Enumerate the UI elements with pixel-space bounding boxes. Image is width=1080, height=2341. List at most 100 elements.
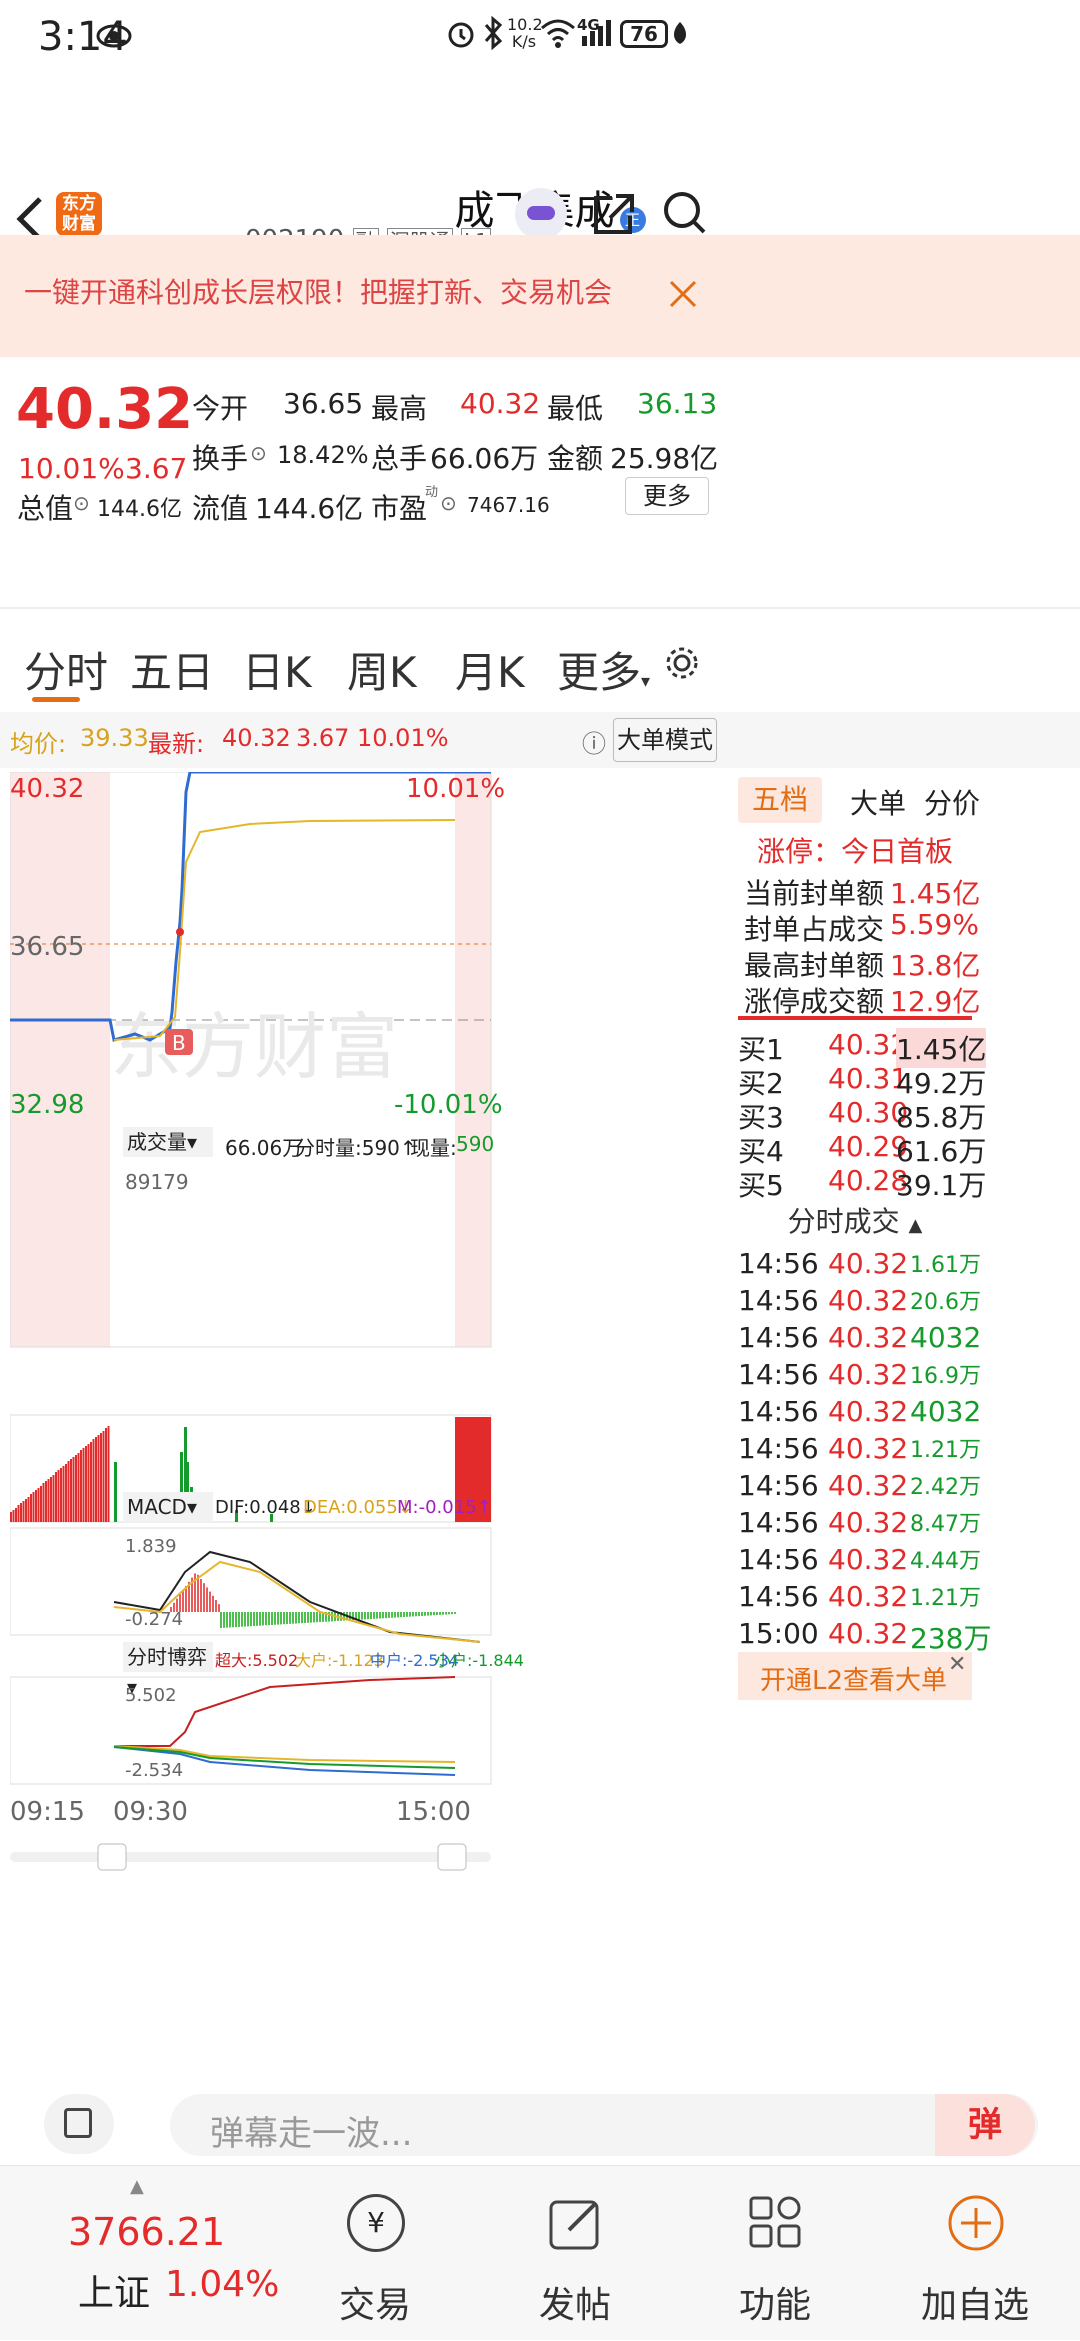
trade-price: 40.32	[828, 1247, 909, 1280]
macd-bar	[424, 1612, 426, 1616]
info-icon[interactable]: ⊙	[250, 441, 267, 465]
macd-top: 1.839	[125, 1536, 177, 1557]
volume-bar	[47, 1479, 50, 1522]
intraday-chart-area[interactable]: 东方财富 B 40.32 10.01% 36.65 32.98 -10.01% …	[9, 770, 735, 2042]
tab-monthly-k[interactable]: 月K	[455, 639, 525, 700]
scroll-handle-right[interactable]	[437, 1843, 467, 1871]
macd-bar	[403, 1612, 405, 1618]
trade-volume: 238万	[910, 1622, 992, 1655]
bottom-nav: ▲ 3766.21 上证 1.04% ¥ 交易 发帖 功能 加自选	[0, 2165, 1080, 2340]
quote-panel: 40.32 10.01% 3.67 今开 36.65 最高 40.32 最低 3…	[0, 357, 1080, 607]
dif-value: DIF:0.048↓	[215, 1497, 316, 1518]
tab-daily-k[interactable]: 日K	[242, 639, 312, 700]
nav-functions[interactable]: 功能	[675, 2166, 875, 2341]
tab-five-day[interactable]: 五日	[130, 639, 214, 700]
nav-trade[interactable]: ¥ 交易	[275, 2166, 475, 2341]
active-tab-indicator	[32, 697, 80, 702]
more-button[interactable]: 更多	[625, 477, 709, 515]
game-top: 5.502	[125, 1685, 177, 1706]
tab-price-split[interactable]: 分价	[924, 782, 980, 822]
volume-bar	[22, 1501, 25, 1522]
macd-bar	[448, 1612, 450, 1615]
close-icon[interactable]: ✕	[948, 1652, 966, 1677]
volume-bar	[85, 1446, 87, 1522]
nav-add-watchlist[interactable]: 加自选	[875, 2166, 1075, 2341]
wifi-icon	[541, 19, 575, 48]
volume-indicator-select[interactable]: 成交量▾	[123, 1127, 213, 1157]
info-icon[interactable]: ⊙	[440, 491, 457, 515]
trade-volume: 8.47万	[910, 1512, 981, 1537]
danmu-settings-icon[interactable]	[44, 2094, 114, 2154]
macd-bar	[370, 1612, 372, 1619]
index-pct: 1.04%	[165, 2264, 280, 2305]
macd-bar	[271, 1612, 273, 1625]
trade-time: 14:56	[738, 1506, 819, 1539]
trade-volume: 4032	[910, 1395, 982, 1428]
grid-icon	[749, 2196, 801, 2248]
danmu-send-button[interactable]: 弹	[935, 2094, 1035, 2156]
volume-bar	[45, 1481, 47, 1522]
info-icon[interactable]: ⊙	[73, 491, 90, 515]
macd-bar	[376, 1612, 378, 1619]
trade-time: 14:56	[738, 1247, 819, 1280]
danmu-input[interactable]: 弹幕走一波...	[170, 2094, 1038, 2156]
volume-bar	[114, 1462, 117, 1522]
tab-five-level[interactable]: 五档	[738, 777, 822, 823]
volume-bar	[57, 1470, 60, 1522]
volume-bar	[12, 1510, 15, 1522]
macd-bar	[445, 1612, 447, 1615]
danmu-placeholder: 弹幕走一波...	[210, 2114, 413, 2154]
macd-bar	[209, 1591, 211, 1612]
macd-bar	[229, 1612, 231, 1628]
settings-gear-icon[interactable]	[664, 645, 700, 681]
trade-price: 40.32	[828, 1284, 909, 1317]
eastmoney-logo[interactable]: 东方 财富	[56, 192, 102, 236]
chart-scroll-track[interactable]	[10, 1852, 491, 1862]
macd-bar	[427, 1612, 429, 1616]
macd-bar	[304, 1612, 306, 1623]
help-icon[interactable]: ⓘ	[582, 724, 606, 759]
volume-bar	[40, 1486, 42, 1522]
l2-banner[interactable]: 开通L2查看大单 ✕	[738, 1652, 972, 1700]
tab-intraday[interactable]: 分时	[24, 639, 108, 700]
promo-banner[interactable]: 一键开通科创成长层权限！把握打新、交易机会	[0, 235, 1080, 357]
search-icon[interactable]	[662, 190, 708, 236]
market-cap-label: 总值	[17, 492, 74, 525]
avg-label: 均价:	[10, 730, 67, 758]
volume-bar	[55, 1472, 57, 1522]
nav-post[interactable]: 发帖	[475, 2166, 675, 2341]
chart-tabs: 分时 五日 日K 周K 月K 更多▾	[0, 607, 1080, 712]
volume-bar	[35, 1490, 37, 1522]
macd-bar	[203, 1583, 205, 1612]
volume-now-label: 现量:	[410, 1136, 457, 1160]
macd-bar	[379, 1612, 381, 1619]
macd-bar	[385, 1612, 387, 1619]
battery-icon: 76	[620, 20, 668, 48]
macd-bar	[364, 1612, 366, 1620]
trades-title[interactable]: 分时成交 ▲	[738, 1200, 972, 1240]
limit-row-value: 12.9亿	[890, 985, 981, 1018]
trade-time: 14:56	[738, 1321, 819, 1354]
robot-avatar-icon[interactable]	[515, 188, 567, 240]
macd-indicator-select[interactable]: MACD▾	[123, 1492, 213, 1522]
close-icon[interactable]	[668, 279, 698, 309]
tab-big-order[interactable]: 大单	[850, 782, 906, 822]
tab-weekly-k[interactable]: 周K	[347, 639, 417, 700]
big-order-mode-button[interactable]: 大单模式	[613, 718, 717, 762]
macd-bar	[454, 1612, 456, 1614]
super-value: 超大:5.502	[215, 1651, 299, 1670]
macd-bar	[280, 1612, 282, 1625]
scroll-handle-left[interactable]	[97, 1843, 127, 1871]
macd-bar	[235, 1612, 237, 1628]
tab-more[interactable]: 更多▾	[557, 639, 650, 700]
volume-bar	[105, 1428, 107, 1522]
index-ticker[interactable]: ▲ 3766.21 上证 1.04%	[0, 2166, 300, 2341]
macd-bar	[298, 1612, 300, 1624]
macd-bar	[331, 1612, 333, 1622]
game-indicator-select[interactable]: 分时博弈▾	[123, 1642, 213, 1699]
nav-trade-label: 交易	[338, 2285, 411, 2326]
volume-bar	[17, 1505, 20, 1522]
limit-row-label: 当前封单额	[744, 877, 885, 910]
index-name: 上证	[78, 2273, 151, 2314]
share-icon[interactable]	[592, 192, 636, 236]
